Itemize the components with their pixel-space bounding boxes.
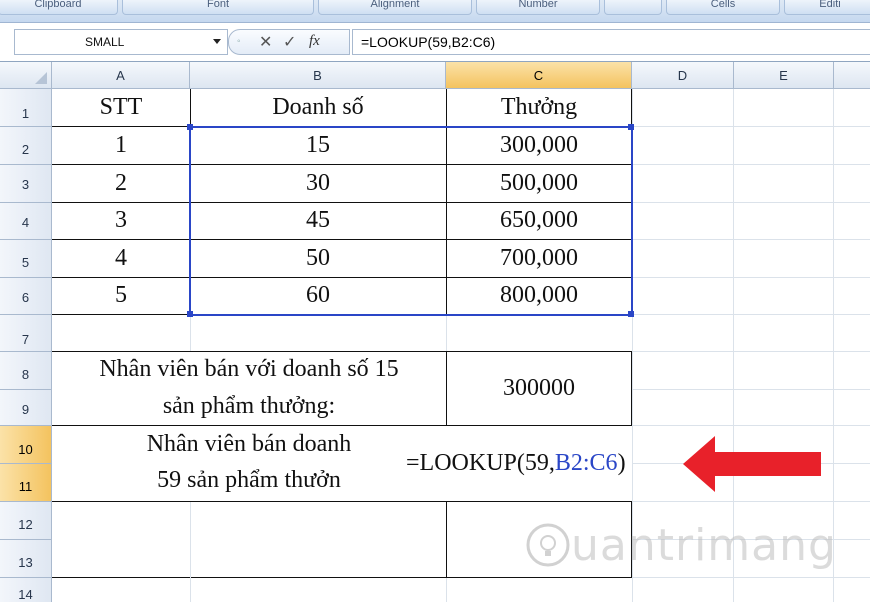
table-row-1-stt[interactable]: 1 <box>52 132 190 159</box>
formula-text: =LOOKUP(59,B2:C6) <box>361 34 496 50</box>
ribbon-group-font[interactable]: Font <box>122 0 314 15</box>
row-header-3[interactable]: 3 <box>0 165 52 203</box>
row-header-10[interactable]: 10 <box>0 426 52 464</box>
selection-range-b2-c6 <box>189 126 633 316</box>
row-header-13[interactable]: 13 <box>0 540 52 578</box>
check-icon[interactable]: ✓ <box>283 32 296 52</box>
red-arrow-icon <box>683 436 821 492</box>
selection-handle-top-right[interactable] <box>628 124 634 130</box>
row-header-9[interactable]: 9 <box>0 390 52 426</box>
column-header-b[interactable]: B <box>190 62 446 89</box>
ribbon-group-number[interactable]: Number <box>476 0 600 15</box>
insert-function-icon[interactable]: fx <box>309 33 320 50</box>
table-row-4-stt[interactable]: 4 <box>52 245 190 272</box>
formula-bar: SMALL ◦ ✕ ✓ fx =LOOKUP(59,B2:C6) <box>0 23 870 62</box>
query1-result[interactable]: 300000 <box>446 375 632 402</box>
formula-buttons: ◦ ✕ ✓ fx <box>228 29 350 55</box>
row-header-2[interactable]: 2 <box>0 127 52 165</box>
row-header-11[interactable]: 11 <box>0 464 52 502</box>
row-header-1[interactable]: 1 <box>0 89 52 127</box>
table-row-5-stt[interactable]: 5 <box>52 282 190 309</box>
table-row-3-stt[interactable]: 3 <box>52 207 190 234</box>
formula-input[interactable]: =LOOKUP(59,B2:C6) <box>352 29 870 55</box>
formula-suffix: ) <box>617 450 626 476</box>
select-all-corner[interactable] <box>0 62 52 89</box>
selection-handle-bottom-left[interactable] <box>187 311 193 317</box>
selection-handle-top-left[interactable] <box>187 124 193 130</box>
column-header-e[interactable]: E <box>734 62 834 89</box>
row-header-14[interactable]: 14 <box>0 578 52 602</box>
ribbon: Clipboard Font Alignment Number Cells Ed… <box>0 0 870 23</box>
query1-label-line2: sản phẩm thưởng: <box>162 393 336 419</box>
row-header-4[interactable]: 4 <box>0 203 52 240</box>
header-stt[interactable]: STT <box>52 94 190 121</box>
selection-handle-bottom-right[interactable] <box>628 311 634 317</box>
query2-label-line1: Nhân viên bán doanh <box>146 431 352 457</box>
column-header-c[interactable]: C <box>446 62 632 89</box>
formula-prefix: =LOOKUP(59, <box>406 450 555 476</box>
header-bonus[interactable]: Thưởng <box>446 94 632 121</box>
lightbulb-icon <box>526 523 570 567</box>
column-header-a[interactable]: A <box>52 62 190 89</box>
formula-range-ref: B2:C6 <box>554 450 618 476</box>
ribbon-group-clipboard[interactable]: Clipboard <box>0 0 118 15</box>
chevron-down-icon[interactable] <box>213 39 221 44</box>
watermark-logo: uantrimang <box>525 520 837 571</box>
ribbon-group-styles[interactable] <box>604 0 662 15</box>
ribbon-group-editing[interactable]: Editi <box>784 0 870 15</box>
column-header-f[interactable] <box>834 62 870 89</box>
table-row-2-stt[interactable]: 2 <box>52 170 190 197</box>
row-header-6[interactable]: 6 <box>0 278 52 315</box>
query2-label[interactable]: Nhân viên bán doanh 59 sản phẩm thưởn <box>52 431 352 501</box>
row-header-8[interactable]: 8 <box>0 352 52 390</box>
name-box-value: SMALL <box>85 35 125 49</box>
row-header-5[interactable]: 5 <box>0 240 52 278</box>
ribbon-group-cells[interactable]: Cells <box>666 0 780 15</box>
cancel-icon[interactable]: ✕ <box>259 32 272 52</box>
header-sales[interactable]: Doanh số <box>190 94 446 121</box>
grip-icon: ◦ <box>237 36 241 47</box>
query2-label-line2: 59 sản phẩm thưởn <box>157 467 341 493</box>
active-cell-formula[interactable]: =LOOKUP(59,B2:C6) <box>404 450 628 477</box>
column-header-d[interactable]: D <box>632 62 734 89</box>
ribbon-group-alignment[interactable]: Alignment <box>318 0 472 15</box>
name-box[interactable]: SMALL <box>14 29 228 55</box>
row-header-7[interactable]: 7 <box>0 315 52 352</box>
query1-label-line1[interactable]: Nhân viên bán với doanh số 15 <box>52 356 446 383</box>
row-header-12[interactable]: 12 <box>0 502 52 540</box>
